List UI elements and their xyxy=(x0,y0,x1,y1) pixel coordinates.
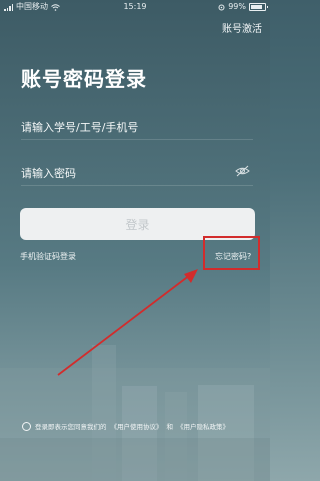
agreement-and: 和 xyxy=(166,423,174,431)
sms-login-link[interactable]: 手机验证码登录 xyxy=(20,251,76,262)
battery-icon xyxy=(249,3,268,11)
page-title: 账号密码登录 xyxy=(21,67,147,91)
username-field-row[interactable] xyxy=(21,116,253,140)
password-underline xyxy=(21,185,253,186)
status-right: 99% xyxy=(218,0,268,14)
status-bar: 中国移动 15:19 99% xyxy=(0,0,270,14)
battery-percent: 99% xyxy=(228,2,246,11)
radio-circle-icon[interactable] xyxy=(22,421,31,431)
password-field-row[interactable] xyxy=(21,162,253,186)
agreement-row: 登录即表示您同意我们的 《用户使用协议》 和 《用户隐私政策》 xyxy=(22,421,268,431)
location-icon xyxy=(218,4,225,10)
username-input[interactable] xyxy=(21,121,221,134)
annotation-highlight-box xyxy=(203,236,260,270)
agreement-prefix: 登录即表示您同意我们的 xyxy=(35,423,107,431)
eye-off-icon[interactable] xyxy=(235,165,250,177)
user-agreement-link[interactable]: 《用户使用协议》 xyxy=(111,421,163,431)
username-underline xyxy=(21,139,253,140)
privacy-policy-link[interactable]: 《用户隐私政策》 xyxy=(177,421,229,431)
password-input[interactable] xyxy=(21,167,221,180)
account-activate-link[interactable]: 账号激活 xyxy=(222,20,262,35)
